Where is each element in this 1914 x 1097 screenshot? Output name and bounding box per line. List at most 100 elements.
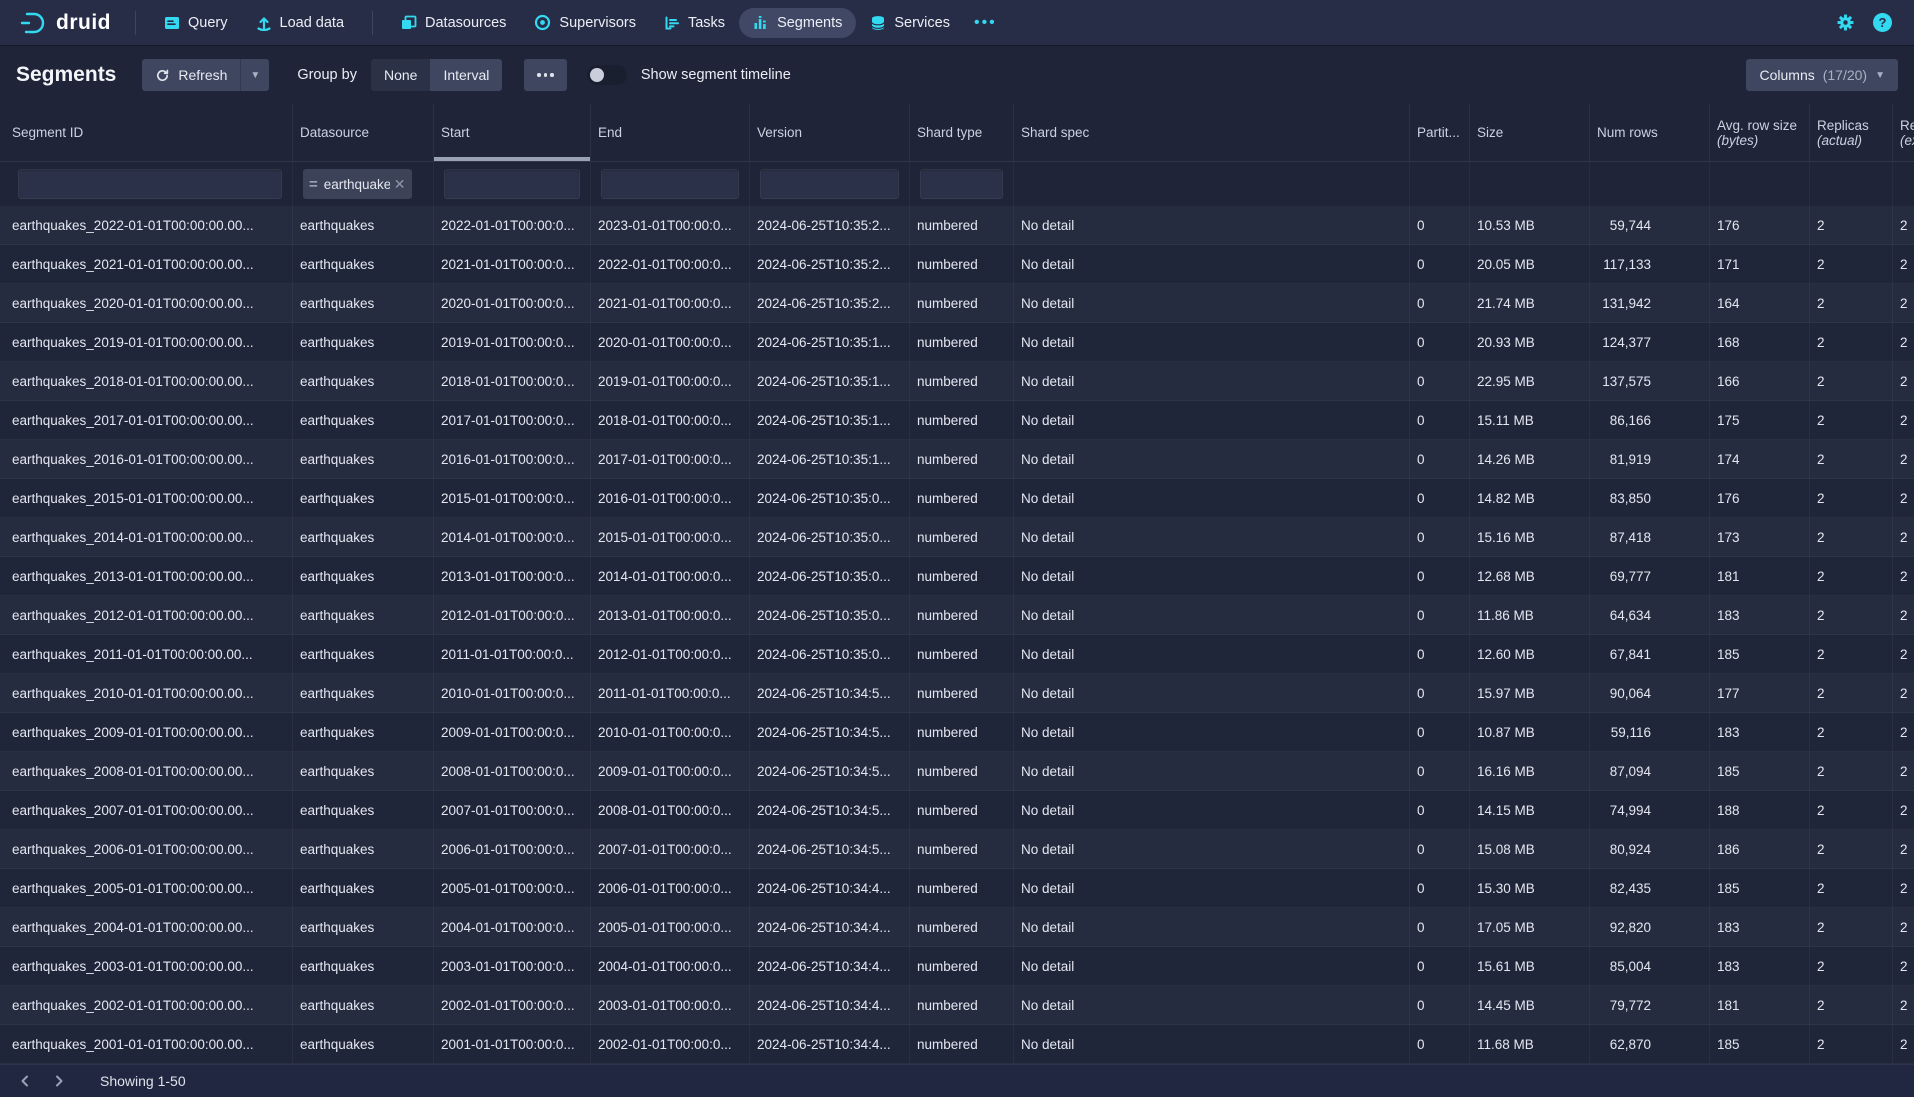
cell-version[interactable]: 2024-06-25T10:34:4... <box>750 986 910 1024</box>
cell-partition[interactable]: 0 <box>1410 869 1470 907</box>
cell-datasource[interactable]: earthquakes <box>293 323 434 361</box>
cell-start[interactable]: 2014-01-01T00:00:0... <box>434 518 591 556</box>
cell-avg_row_size[interactable]: 185 <box>1710 635 1810 673</box>
cell-segment_id[interactable]: earthquakes_2021-01-01T00:00:00.00... <box>0 245 293 283</box>
cell-shard_spec[interactable]: No detail <box>1014 713 1410 751</box>
cell-partition[interactable]: 0 <box>1410 947 1470 985</box>
cell-end[interactable]: 2013-01-01T00:00:0... <box>591 596 750 634</box>
cell-shard_type[interactable]: numbered <box>910 557 1014 595</box>
cell-avg_row_size[interactable]: 171 <box>1710 245 1810 283</box>
cell-start[interactable]: 2018-01-01T00:00:0... <box>434 362 591 400</box>
cell-size[interactable]: 21.74 MB <box>1470 284 1590 322</box>
cell-size[interactable]: 22.95 MB <box>1470 362 1590 400</box>
cell-version[interactable]: 2024-06-25T10:35:1... <box>750 323 910 361</box>
cell-version[interactable]: 2024-06-25T10:35:0... <box>750 518 910 556</box>
cell-shard_spec[interactable]: No detail <box>1014 830 1410 868</box>
cell-end[interactable]: 2006-01-01T00:00:0... <box>591 869 750 907</box>
cell-shard_type[interactable]: numbered <box>910 752 1014 790</box>
cell-end[interactable]: 2009-01-01T00:00:0... <box>591 752 750 790</box>
cell-shard_spec[interactable]: No detail <box>1014 557 1410 595</box>
cell-version[interactable]: 2024-06-25T10:35:0... <box>750 596 910 634</box>
cell-size[interactable]: 14.26 MB <box>1470 440 1590 478</box>
cell-partition[interactable]: 0 <box>1410 284 1470 322</box>
cell-shard_type[interactable]: numbered <box>910 206 1014 244</box>
group-by-interval-button[interactable]: Interval <box>430 59 502 91</box>
cell-partition[interactable]: 0 <box>1410 557 1470 595</box>
cell-avg_row_size[interactable]: 176 <box>1710 206 1810 244</box>
cell-end[interactable]: 2014-01-01T00:00:0... <box>591 557 750 595</box>
cell-num_rows[interactable]: 64,634 <box>1590 596 1710 634</box>
cell-replication_factor[interactable]: 2 <box>1893 947 1914 985</box>
cell-end[interactable]: 2004-01-01T00:00:0... <box>591 947 750 985</box>
cell-shard_spec[interactable]: No detail <box>1014 986 1410 1024</box>
cell-partition[interactable]: 0 <box>1410 596 1470 634</box>
cell-replication_factor[interactable]: 2 <box>1893 869 1914 907</box>
cell-segment_id[interactable]: earthquakes_2001-01-01T00:00:00.00... <box>0 1025 293 1063</box>
cell-end[interactable]: 2017-01-01T00:00:0... <box>591 440 750 478</box>
cell-version[interactable]: 2024-06-25T10:35:1... <box>750 440 910 478</box>
cell-num_rows[interactable]: 92,820 <box>1590 908 1710 946</box>
cell-num_rows[interactable]: 131,942 <box>1590 284 1710 322</box>
column-header-size[interactable]: Size <box>1470 104 1590 161</box>
cell-shard_type[interactable]: numbered <box>910 869 1014 907</box>
filter-input-shard_type[interactable] <box>920 169 1003 199</box>
cell-num_rows[interactable]: 59,116 <box>1590 713 1710 751</box>
cell-start[interactable]: 2017-01-01T00:00:0... <box>434 401 591 439</box>
cell-datasource[interactable]: earthquakes <box>293 752 434 790</box>
columns-button[interactable]: Columns (17/20) ▼ <box>1746 59 1898 91</box>
cell-shard_spec[interactable]: No detail <box>1014 908 1410 946</box>
cell-replicas[interactable]: 2 <box>1810 674 1893 712</box>
nav-item-services[interactable]: Services <box>856 8 964 38</box>
cell-replication_factor[interactable]: 2 <box>1893 401 1914 439</box>
filter-input-segment_id[interactable] <box>18 169 282 199</box>
cell-shard_type[interactable]: numbered <box>910 401 1014 439</box>
nav-item-load-data[interactable]: Load data <box>242 8 359 38</box>
column-header-shard_type[interactable]: Shard type <box>910 104 1014 161</box>
cell-replication_factor[interactable]: 2 <box>1893 908 1914 946</box>
cell-shard_spec[interactable]: No detail <box>1014 362 1410 400</box>
cell-datasource[interactable]: earthquakes <box>293 986 434 1024</box>
cell-replicas[interactable]: 2 <box>1810 206 1893 244</box>
cell-shard_type[interactable]: numbered <box>910 791 1014 829</box>
cell-end[interactable]: 2003-01-01T00:00:0... <box>591 986 750 1024</box>
cell-shard_type[interactable]: numbered <box>910 323 1014 361</box>
cell-avg_row_size[interactable]: 188 <box>1710 791 1810 829</box>
cell-replicas[interactable]: 2 <box>1810 596 1893 634</box>
datasource-filter-chip[interactable]: =earthquake✕ <box>303 169 412 199</box>
cell-num_rows[interactable]: 137,575 <box>1590 362 1710 400</box>
cell-shard_spec[interactable]: No detail <box>1014 206 1410 244</box>
cell-replication_factor[interactable]: 2 <box>1893 986 1914 1024</box>
cell-datasource[interactable]: earthquakes <box>293 206 434 244</box>
cell-size[interactable]: 17.05 MB <box>1470 908 1590 946</box>
cell-num_rows[interactable]: 83,850 <box>1590 479 1710 517</box>
cell-datasource[interactable]: earthquakes <box>293 869 434 907</box>
cell-replication_factor[interactable]: 2 <box>1893 557 1914 595</box>
column-header-version[interactable]: Version <box>750 104 910 161</box>
cell-replicas[interactable]: 2 <box>1810 908 1893 946</box>
cell-replicas[interactable]: 2 <box>1810 518 1893 556</box>
cell-start[interactable]: 2011-01-01T00:00:0... <box>434 635 591 673</box>
cell-shard_spec[interactable]: No detail <box>1014 869 1410 907</box>
cell-replicas[interactable]: 2 <box>1810 323 1893 361</box>
cell-avg_row_size[interactable]: 183 <box>1710 713 1810 751</box>
cell-replication_factor[interactable]: 2 <box>1893 518 1914 556</box>
cell-avg_row_size[interactable]: 185 <box>1710 1025 1810 1063</box>
cell-end[interactable]: 2018-01-01T00:00:0... <box>591 401 750 439</box>
cell-num_rows[interactable]: 59,744 <box>1590 206 1710 244</box>
cell-num_rows[interactable]: 62,870 <box>1590 1025 1710 1063</box>
cell-partition[interactable]: 0 <box>1410 245 1470 283</box>
nav-item-tasks[interactable]: Tasks <box>650 8 739 38</box>
nav-more-button[interactable]: ••• <box>964 14 1007 32</box>
cell-datasource[interactable]: earthquakes <box>293 557 434 595</box>
cell-num_rows[interactable]: 87,418 <box>1590 518 1710 556</box>
cell-end[interactable]: 2002-01-01T00:00:0... <box>591 1025 750 1063</box>
cell-replication_factor[interactable]: 2 <box>1893 245 1914 283</box>
cell-num_rows[interactable]: 74,994 <box>1590 791 1710 829</box>
cell-replication_factor[interactable]: 2 <box>1893 674 1914 712</box>
cell-segment_id[interactable]: earthquakes_2012-01-01T00:00:00.00... <box>0 596 293 634</box>
cell-replication_factor[interactable]: 2 <box>1893 362 1914 400</box>
cell-version[interactable]: 2024-06-25T10:34:5... <box>750 674 910 712</box>
cell-start[interactable]: 2005-01-01T00:00:0... <box>434 869 591 907</box>
cell-size[interactable]: 15.97 MB <box>1470 674 1590 712</box>
cell-replicas[interactable]: 2 <box>1810 947 1893 985</box>
